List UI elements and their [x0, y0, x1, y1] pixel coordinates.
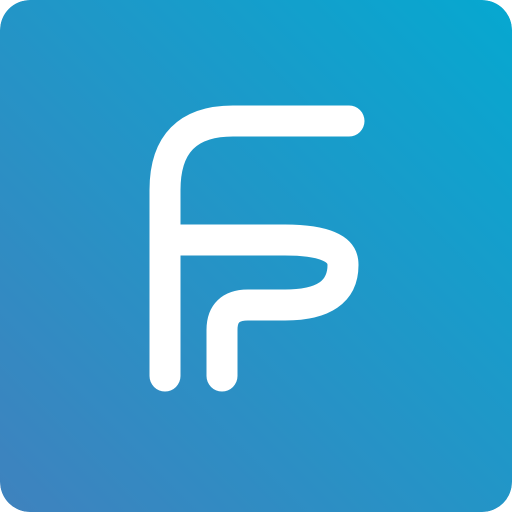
app-icon	[0, 0, 512, 512]
icon-background	[0, 0, 512, 512]
app-icon-graphic	[0, 0, 512, 512]
